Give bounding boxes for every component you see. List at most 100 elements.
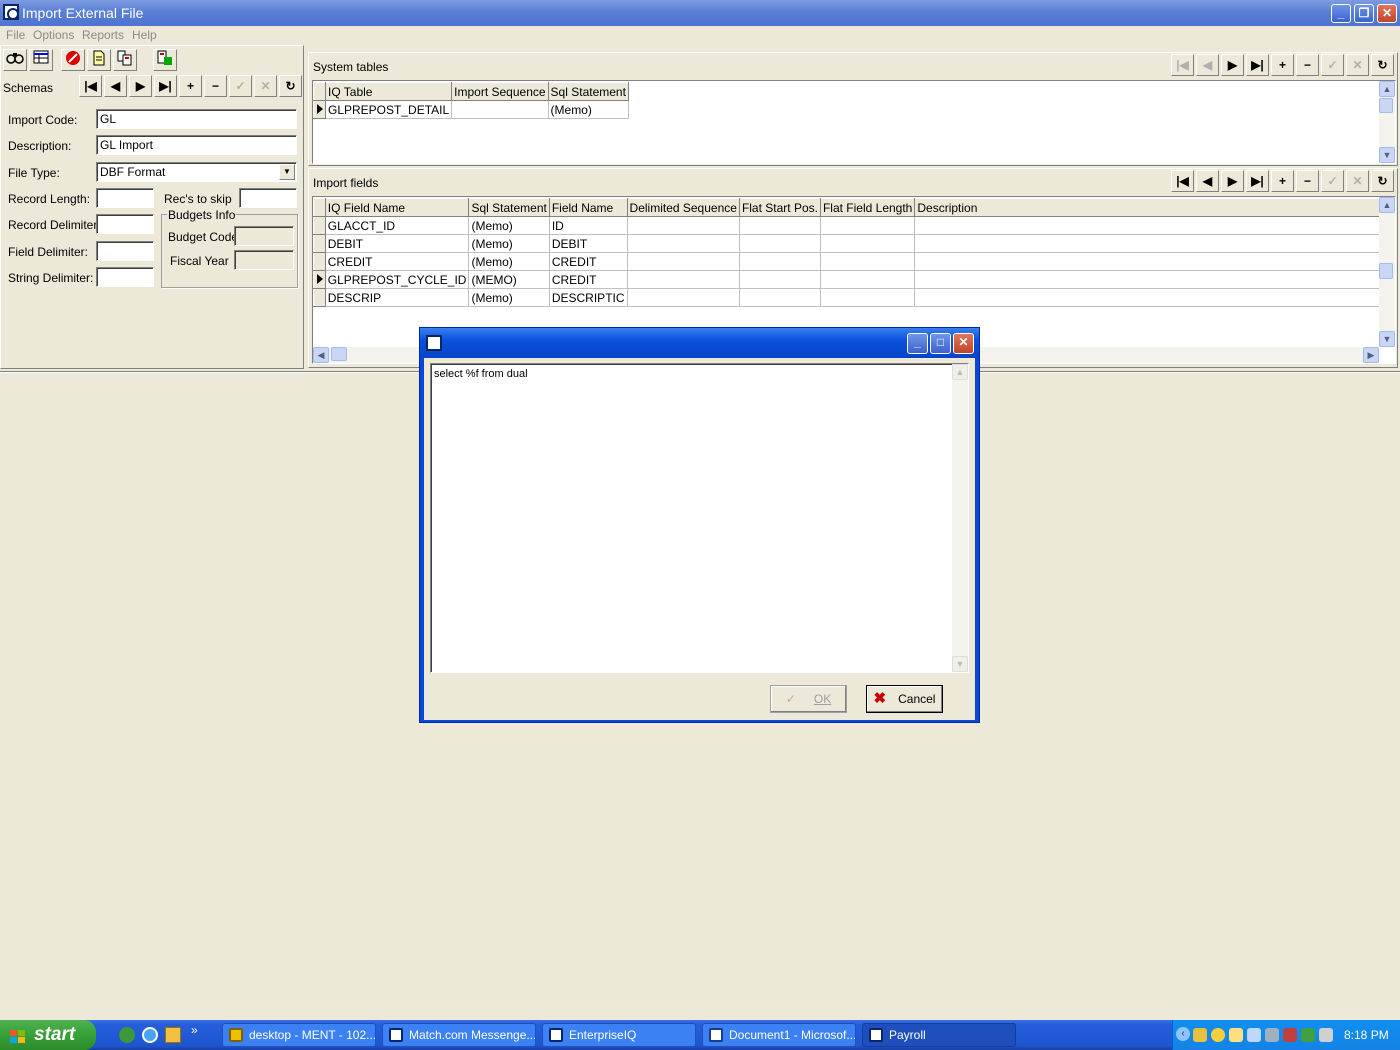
table-row[interactable]: CREDIT (Memo) CREDIT — [313, 252, 1395, 271]
document-icon[interactable] — [87, 49, 111, 71]
record-delimiters-field[interactable] — [96, 214, 154, 234]
col-iq-table[interactable]: IQ Table — [324, 82, 453, 101]
fields-prior-button[interactable]: ◀ — [1196, 170, 1219, 192]
import-code-field[interactable]: GL — [96, 109, 297, 129]
menu-reports[interactable]: Reports — [82, 28, 124, 42]
system-refresh-button[interactable]: ↻ — [1371, 54, 1394, 76]
cancel-button[interactable]: ✖ Cancel — [866, 685, 943, 713]
system-delete-button[interactable]: − — [1296, 54, 1319, 76]
tray-icon[interactable] — [1229, 1028, 1243, 1042]
col-delimited-sequence[interactable]: Delimited Sequence — [626, 198, 740, 217]
task-desktop[interactable]: desktop - MENT - 102... — [222, 1023, 376, 1047]
table-view-icon[interactable] — [29, 49, 53, 71]
scroll-up-icon[interactable]: ▲ — [1379, 197, 1395, 213]
fields-next-button[interactable]: ▶ — [1221, 170, 1244, 192]
string-delimiter-field[interactable] — [96, 267, 154, 287]
table-row[interactable]: GLPREPOST_CYCLE_ID (MEMO) CREDIT — [313, 270, 1395, 289]
recs-to-skip-field[interactable] — [239, 188, 297, 208]
schemas-last-button[interactable]: ▶| — [154, 75, 177, 97]
table-row[interactable]: DESCRIP (Memo) DESCRIPTIC — [313, 288, 1395, 307]
task-payroll[interactable]: Payroll — [862, 1023, 1016, 1047]
chevron-down-icon[interactable]: ▼ — [279, 164, 295, 180]
table-row[interactable]: GLACCT_ID (Memo) ID — [313, 216, 1395, 235]
description-field[interactable]: GL Import — [96, 135, 297, 155]
system-vertical-scrollbar[interactable]: ▲ ▼ — [1379, 81, 1395, 163]
table-row[interactable]: GLPREPOST_DETAIL (Memo) — [313, 100, 629, 119]
start-button[interactable]: start — [0, 1020, 96, 1050]
fields-first-button[interactable]: |◀ — [1171, 170, 1194, 192]
scroll-down-icon[interactable]: ▼ — [1379, 331, 1395, 347]
chevron-right-icon[interactable]: » — [191, 1023, 198, 1037]
col-description[interactable]: Description — [914, 198, 1395, 217]
fields-vertical-scrollbar[interactable]: ▲ ▼ — [1379, 197, 1395, 347]
col-iq-field-name[interactable]: IQ Field Name — [324, 198, 470, 217]
schemas-next-button[interactable]: ▶ — [129, 75, 152, 97]
dialog-close-button[interactable]: ✕ — [953, 333, 974, 354]
system-prior-button[interactable]: ◀ — [1196, 54, 1219, 76]
ok-button[interactable]: ✓ OK — [770, 685, 847, 713]
tray-expand-icon[interactable]: ‹ — [1176, 1027, 1190, 1041]
export-icon[interactable] — [153, 49, 177, 71]
task-match-messenger[interactable]: Match.com Messenge... — [382, 1023, 536, 1047]
tray-icon[interactable] — [1247, 1028, 1261, 1042]
file-type-select[interactable]: DBF Format ▼ — [96, 162, 297, 182]
record-length-field[interactable] — [96, 188, 154, 208]
fiscal-year-field[interactable] — [234, 250, 294, 270]
field-delimiter-field[interactable] — [96, 241, 154, 261]
schemas-first-button[interactable]: |◀ — [79, 75, 102, 97]
col-sql-statement[interactable]: Sql Statement — [468, 198, 550, 217]
close-button[interactable]: ✕ — [1377, 4, 1397, 23]
internet-explorer-icon[interactable] — [142, 1027, 158, 1043]
minimize-button[interactable]: _ — [1331, 4, 1351, 23]
scroll-thumb[interactable] — [1379, 263, 1393, 279]
scroll-up-icon[interactable]: ▲ — [1379, 81, 1395, 97]
system-next-button[interactable]: ▶ — [1221, 54, 1244, 76]
system-tables-grid[interactable]: IQ Table Import Sequence Sql Statement G… — [312, 80, 1396, 164]
system-post-button[interactable]: ✓ — [1321, 54, 1344, 76]
task-document1[interactable]: Document1 - Microsof... — [702, 1023, 856, 1047]
scroll-down-icon[interactable]: ▼ — [952, 656, 968, 672]
fields-insert-button[interactable]: + — [1271, 170, 1294, 192]
col-flat-field-length[interactable]: Flat Field Length — [819, 198, 916, 217]
menu-help[interactable]: Help — [132, 28, 157, 42]
stop-icon[interactable] — [61, 49, 85, 71]
scroll-right-icon[interactable]: ▶ — [1363, 347, 1379, 363]
budget-code-field[interactable] — [234, 226, 294, 246]
tray-icon[interactable] — [1301, 1028, 1315, 1042]
restore-button[interactable]: ❐ — [1354, 4, 1374, 23]
schemas-delete-button[interactable]: − — [204, 75, 227, 97]
dialog-minimize-button[interactable]: _ — [907, 333, 928, 354]
messenger-smiley-icon[interactable] — [1211, 1028, 1225, 1042]
fields-post-button[interactable]: ✓ — [1321, 170, 1344, 192]
tray-icon[interactable] — [1193, 1028, 1207, 1042]
schemas-post-button[interactable]: ✓ — [229, 75, 252, 97]
schemas-prior-button[interactable]: ◀ — [104, 75, 127, 97]
scroll-up-icon[interactable]: ▲ — [952, 364, 968, 380]
network-icon[interactable] — [1265, 1028, 1279, 1042]
scroll-left-icon[interactable]: ◀ — [313, 347, 329, 363]
table-row[interactable]: DEBIT (Memo) DEBIT — [313, 234, 1395, 253]
schemas-insert-button[interactable]: + — [179, 75, 202, 97]
clock[interactable]: 8:18 PM — [1344, 1028, 1389, 1042]
fields-delete-button[interactable]: − — [1296, 170, 1319, 192]
task-enterpriseiq[interactable]: EnterpriseIQ — [542, 1023, 696, 1047]
system-insert-button[interactable]: + — [1271, 54, 1294, 76]
app-icon[interactable] — [3, 4, 19, 20]
col-field-name[interactable]: Field Name — [548, 198, 628, 217]
scroll-down-icon[interactable]: ▼ — [1379, 147, 1395, 163]
binoculars-icon[interactable] — [3, 49, 27, 71]
system-last-button[interactable]: ▶| — [1246, 54, 1269, 76]
quicklaunch-icon[interactable] — [165, 1027, 181, 1043]
fields-refresh-button[interactable]: ↻ — [1371, 170, 1394, 192]
scroll-thumb[interactable] — [1379, 98, 1393, 113]
system-cancel-button[interactable]: ✕ — [1346, 54, 1369, 76]
sql-text-area[interactable]: select %f from dual ▲ ▼ — [430, 363, 969, 673]
menu-file[interactable]: File — [6, 28, 25, 42]
copy-icon[interactable] — [113, 49, 137, 71]
menu-options[interactable]: Options — [33, 28, 74, 42]
tray-icon[interactable] — [1283, 1028, 1297, 1042]
col-sql-statement[interactable]: Sql Statement — [547, 82, 629, 101]
col-import-sequence[interactable]: Import Sequence — [451, 82, 549, 101]
fields-cancel-button[interactable]: ✕ — [1346, 170, 1369, 192]
fields-last-button[interactable]: ▶| — [1246, 170, 1269, 192]
